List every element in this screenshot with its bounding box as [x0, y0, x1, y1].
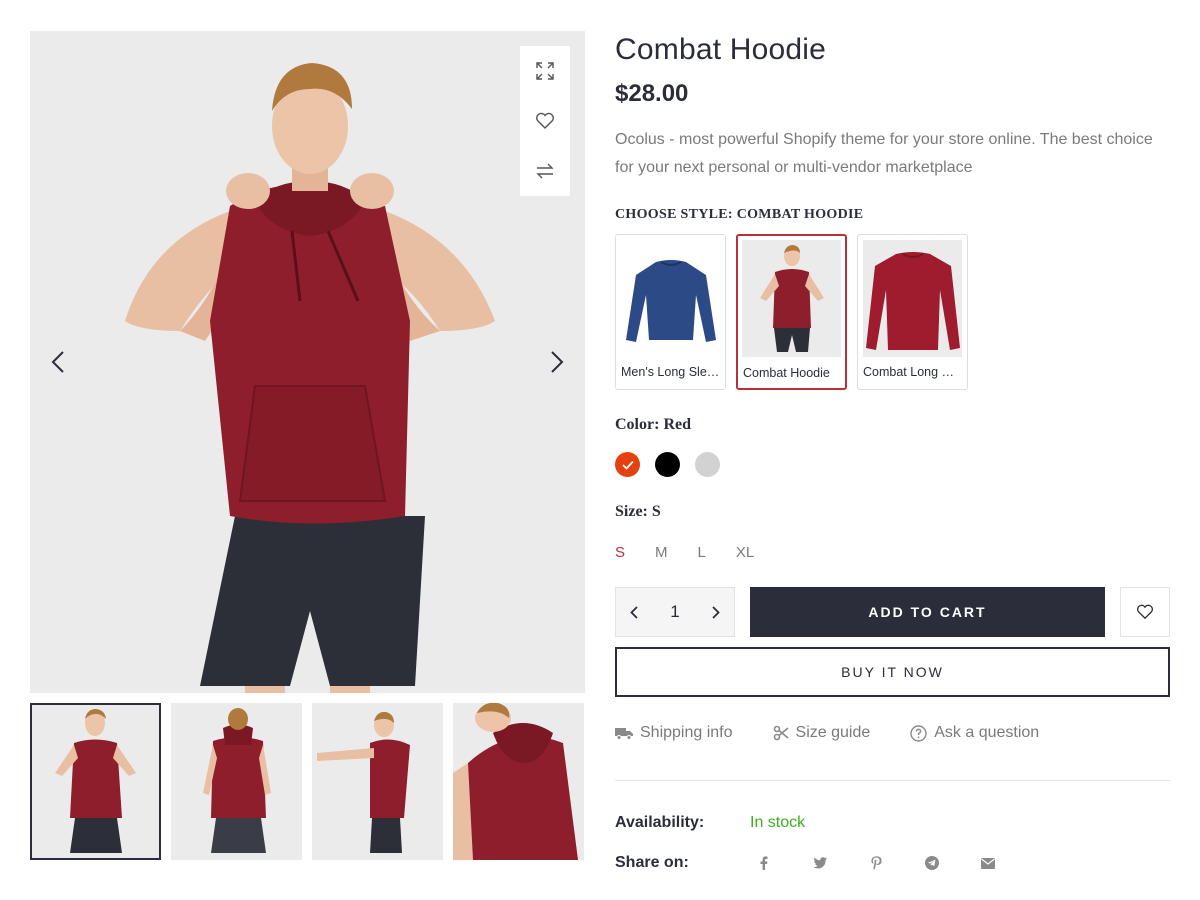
- size-guide-label: Size guide: [795, 724, 871, 741]
- style-image: [626, 260, 716, 342]
- add-to-wishlist-button[interactable]: [1120, 587, 1170, 637]
- truck-icon: [615, 728, 633, 740]
- shipping-info-label: Shipping info: [640, 724, 733, 741]
- availability-row: Availability: In stock: [615, 814, 805, 832]
- size-option-s[interactable]: S: [615, 544, 625, 561]
- heart-icon: [1137, 604, 1153, 620]
- product-price: $28.00: [615, 80, 689, 107]
- main-product-image[interactable]: [30, 31, 585, 693]
- quantity-decrease-button[interactable]: [630, 605, 638, 619]
- style-label-text: CHOOSE STYLE:: [615, 207, 733, 222]
- quantity-stepper: 1: [615, 587, 735, 637]
- ask-question-label: Ask a question: [934, 724, 1040, 741]
- style-option-combat-long-sleeve[interactable]: Combat Long Sleeve: [857, 234, 968, 390]
- swatch-black[interactable]: [655, 452, 680, 477]
- style-image: [742, 240, 841, 357]
- thumbnail-detail[interactable]: [453, 703, 584, 860]
- thumbnail-back[interactable]: [171, 703, 302, 860]
- image-tools: [520, 46, 570, 196]
- style-option-name: Combat Long Sleeve: [863, 365, 962, 379]
- compare-icon[interactable]: [533, 159, 557, 183]
- scissors-icon: [773, 725, 789, 741]
- style-label: CHOOSE STYLE: COMBAT HOODIE: [615, 207, 863, 223]
- share-label: Share on:: [615, 854, 689, 871]
- previous-image-button[interactable]: [46, 349, 70, 375]
- next-image-button[interactable]: [545, 349, 569, 375]
- size-option-l[interactable]: L: [698, 544, 706, 561]
- quantity-value[interactable]: 1: [670, 602, 679, 622]
- question-circle-icon: [910, 724, 927, 742]
- size-label: Size: S: [615, 503, 661, 521]
- size-option-xl[interactable]: XL: [736, 544, 754, 561]
- product-info: Combat Hoodie $28.00 Ocolus - most power…: [615, 31, 1170, 182]
- color-swatches: [615, 452, 720, 477]
- quantity-increase-button[interactable]: [712, 605, 720, 619]
- product-links: Shipping info Size guide Ask a question: [615, 724, 1079, 742]
- pinterest-icon[interactable]: [862, 853, 890, 873]
- heart-icon[interactable]: [533, 109, 557, 133]
- facebook-icon[interactable]: [750, 853, 778, 873]
- size-label-text: Size:: [615, 503, 648, 520]
- shipping-info-link[interactable]: Shipping info: [615, 724, 733, 742]
- thumbnail-side[interactable]: [312, 703, 443, 860]
- share-row: Share on:: [615, 853, 1002, 873]
- style-option-name: Combat Hoodie: [743, 366, 830, 380]
- thumbnail-strip: [30, 703, 585, 860]
- chevron-left-icon: [630, 605, 638, 619]
- telegram-icon[interactable]: [918, 853, 946, 873]
- email-icon[interactable]: [974, 853, 1002, 873]
- product-title: Combat Hoodie: [615, 33, 827, 66]
- product-description: Ocolus - most powerful Shopify theme for…: [615, 131, 1153, 176]
- style-image: [863, 240, 962, 357]
- ask-question-link[interactable]: Ask a question: [910, 724, 1039, 742]
- color-selected-value: Red: [663, 416, 691, 433]
- chevron-right-icon: [551, 351, 564, 373]
- style-option-name: Men's Long Sleeve: [621, 365, 720, 379]
- expand-icon[interactable]: [533, 59, 557, 83]
- size-selected-value: S: [651, 503, 661, 520]
- swatch-red[interactable]: [615, 452, 640, 477]
- color-label: Color: Red: [615, 416, 691, 434]
- style-option-mens-long-sleeve[interactable]: Men's Long Sleeve: [615, 234, 726, 390]
- availability-label: Availability:: [615, 814, 705, 831]
- size-option-m[interactable]: M: [655, 544, 668, 561]
- share-icons: [750, 853, 1002, 873]
- availability-value: In stock: [750, 814, 806, 831]
- size-guide-link[interactable]: Size guide: [773, 724, 871, 742]
- buy-it-now-button[interactable]: BUY IT NOW: [615, 647, 1170, 697]
- color-label-text: Color:: [615, 416, 660, 433]
- style-options: Men's Long Sleeve Combat Hoodie Combat L…: [615, 234, 968, 390]
- style-selected-value: COMBAT HOODIE: [736, 207, 864, 222]
- style-option-combat-hoodie[interactable]: Combat Hoodie: [736, 234, 847, 390]
- add-to-cart-button[interactable]: ADD TO CART: [750, 587, 1105, 637]
- chevron-right-icon: [712, 605, 720, 619]
- size-options: S M L XL: [615, 544, 784, 561]
- twitter-icon[interactable]: [806, 853, 834, 873]
- swatch-grey[interactable]: [695, 452, 720, 477]
- chevron-left-icon: [51, 351, 64, 373]
- product-photo: [125, 63, 495, 693]
- divider: [615, 780, 1170, 781]
- check-icon: [621, 460, 634, 470]
- thumbnail-front[interactable]: [30, 703, 161, 860]
